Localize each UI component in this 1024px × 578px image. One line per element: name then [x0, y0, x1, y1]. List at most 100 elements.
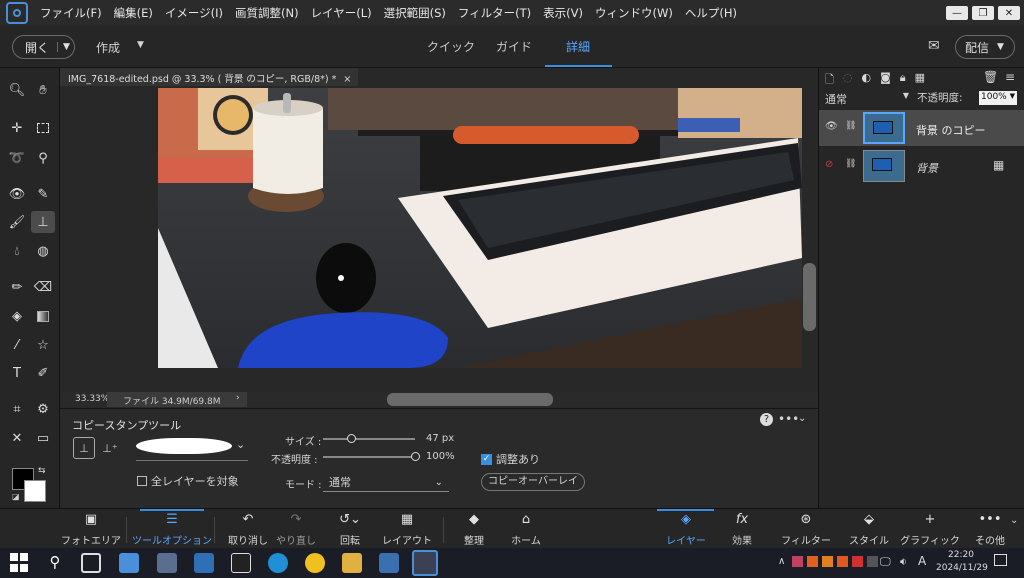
gradient-tool-icon[interactable] [31, 305, 55, 327]
tray-app-icon[interactable] [807, 556, 818, 567]
blend-mode-select[interactable]: 通常 ▼ [825, 91, 909, 107]
lasso-tool-icon[interactable]: ➰ [5, 147, 29, 169]
menu-window[interactable]: ウィンドウ(W) [589, 5, 679, 21]
opacity-slider[interactable] [323, 452, 420, 461]
trash-icon[interactable]: 🗑︎ [983, 70, 998, 84]
aligned-option[interactable]: ✓ 調整あり [481, 451, 540, 467]
all-layers-checkbox[interactable] [137, 476, 147, 486]
menu-view[interactable]: 表示(V) [537, 5, 589, 21]
all-layers-option[interactable]: 全レイヤーを対象 [137, 473, 239, 489]
task-view-icon[interactable] [81, 553, 101, 573]
hand-tool-icon[interactable]: ✋︎ [31, 79, 55, 101]
tray-app-icon[interactable] [822, 556, 833, 567]
filters-button[interactable]: ⊛ フィルター [780, 509, 832, 549]
clone-overlay-button[interactable]: コピーオーバーレイ [481, 473, 585, 491]
app-logo-icon[interactable] [6, 2, 28, 24]
minimize-button[interactable]: — [946, 6, 968, 20]
more-options-icon[interactable]: ••• [778, 412, 799, 426]
layer-name[interactable]: 背景 [916, 160, 938, 176]
marquee-tool-icon[interactable] [31, 117, 55, 139]
effects-button[interactable]: fx 効果 [720, 509, 764, 549]
link-icon[interactable]: ⛓︎ [845, 159, 856, 169]
rotate-button[interactable]: ↺⌄ 回転 [328, 509, 372, 549]
help-icon[interactable]: ? [760, 413, 773, 426]
recompose-tool-icon[interactable]: ⚙︎ [31, 398, 55, 420]
custom-shape-tool-icon[interactable]: ☆ [31, 334, 55, 356]
photos-icon[interactable] [194, 553, 214, 573]
layer-row[interactable]: 👁︎ ⛓︎ 背景 のコピー [819, 110, 1024, 146]
photoshop-elements-icon[interactable] [412, 550, 438, 576]
opacity-option-value[interactable]: 100% [426, 451, 455, 462]
opacity-slider-thumb[interactable] [411, 452, 420, 461]
organizer-button[interactable]: ◆ 整理 [454, 509, 494, 549]
zoom-level[interactable]: 33.33% [75, 394, 109, 404]
straighten-tool-icon[interactable]: ▭ [31, 427, 55, 449]
quick-select-tool-icon[interactable]: ⚲ [31, 147, 55, 169]
adjustment-layer-icon[interactable]: ◐ [861, 71, 871, 90]
more-button[interactable]: ••• その他 [970, 509, 1010, 549]
layer-name[interactable]: 背景 のコピー [916, 122, 986, 138]
layers-button[interactable]: ◈ レイヤー [658, 509, 714, 549]
clock-time[interactable]: 22:20 [948, 550, 974, 560]
image-canvas[interactable] [158, 88, 802, 368]
pattern-stamp-option-icon[interactable]: ⊥⁺ [99, 437, 121, 459]
lock-icon[interactable]: 🔒︎ [900, 71, 906, 90]
visibility-hidden-icon[interactable]: ⊘ [825, 159, 833, 170]
size-value[interactable]: 47 px [426, 433, 454, 444]
file-explorer-icon[interactable] [342, 553, 362, 573]
sponge-tool-icon[interactable]: ◍ [31, 240, 55, 262]
menu-help[interactable]: ヘルプ(H) [679, 5, 743, 21]
layer-mask-icon[interactable]: ◙ [880, 71, 891, 90]
show-hidden-icons[interactable]: ∧ [778, 556, 785, 567]
visibility-eye-icon[interactable]: 👁︎ [825, 121, 838, 132]
app-icon[interactable] [119, 553, 139, 573]
chevron-down-icon[interactable]: ⌄ [1010, 515, 1018, 526]
chrome-icon[interactable] [305, 553, 325, 573]
menu-image[interactable]: イメージ(I) [159, 5, 229, 21]
horizontal-scrollbar[interactable] [387, 393, 553, 406]
eyedropper-tool-icon[interactable]: ⁄ [5, 334, 29, 356]
mode-select[interactable]: 通常 ⌄ [323, 473, 449, 492]
size-slider[interactable] [323, 434, 415, 443]
network-icon[interactable]: 🖵︎ [880, 555, 891, 569]
tab-quick[interactable]: クイック [427, 38, 475, 55]
clone-stamp-tool-icon[interactable]: ⊥ [31, 211, 55, 233]
edge-icon[interactable] [268, 553, 288, 573]
open-button[interactable]: 開く ▼ [12, 35, 75, 59]
tool-options-button[interactable]: ☰ ツールオプション [132, 509, 212, 549]
pencil-tool-icon[interactable]: ✐ [31, 362, 55, 384]
graphics-button[interactable]: + グラフィック [900, 509, 960, 549]
share-button[interactable]: 配信 ▼ [955, 35, 1015, 59]
menu-select[interactable]: 選択範囲(S) [378, 5, 452, 21]
chevron-down-icon[interactable]: ▼ [57, 42, 70, 52]
tray-app-icon[interactable] [792, 556, 803, 567]
calculator-icon[interactable] [157, 553, 177, 573]
tray-app-icon[interactable] [852, 556, 863, 567]
create-menu[interactable]: 作成 [96, 39, 120, 56]
swap-colors-icon[interactable]: ⇆ [38, 466, 46, 476]
tray-app-icon[interactable] [867, 556, 878, 567]
default-colors-icon[interactable]: ◪ [12, 492, 20, 501]
red-eye-tool-icon[interactable]: 👁︎ [5, 183, 29, 205]
type-tool-icon[interactable]: T [5, 362, 29, 384]
tab-expert[interactable]: 詳細 [566, 38, 590, 55]
brush-picker[interactable]: ⌄ [136, 435, 248, 461]
restore-button[interactable]: ❐ [972, 6, 994, 20]
panel-menu-icon[interactable]: ≡ [1005, 70, 1015, 84]
styles-button[interactable]: ⬙ スタイル [846, 509, 892, 549]
menu-filter[interactable]: フィルター(T) [452, 5, 537, 21]
layer-row[interactable]: ⊘ ⛓︎ 背景 ▦ [819, 148, 1024, 184]
smart-brush-tool-icon[interactable]: 🖌︎ [5, 211, 29, 233]
vertical-scrollbar[interactable] [803, 263, 816, 331]
chevron-down-icon[interactable]: ▼ [137, 40, 144, 50]
crop-tool-icon[interactable]: ⌗ [5, 398, 29, 420]
close-document-icon[interactable]: × [343, 74, 351, 85]
windows-start-icon[interactable] [10, 553, 28, 573]
menu-file[interactable]: ファイル(F) [34, 5, 108, 21]
redo-button[interactable]: ↷ やり直し [274, 509, 318, 549]
home-button[interactable]: ⌂ ホーム [506, 509, 546, 549]
photo-bin-button[interactable]: ▣ フォトエリア [61, 509, 121, 549]
close-window-button[interactable]: ✕ [998, 6, 1020, 20]
layout-button[interactable]: ▦ レイアウト [382, 509, 432, 549]
menu-layer[interactable]: レイヤー(L) [305, 5, 378, 21]
